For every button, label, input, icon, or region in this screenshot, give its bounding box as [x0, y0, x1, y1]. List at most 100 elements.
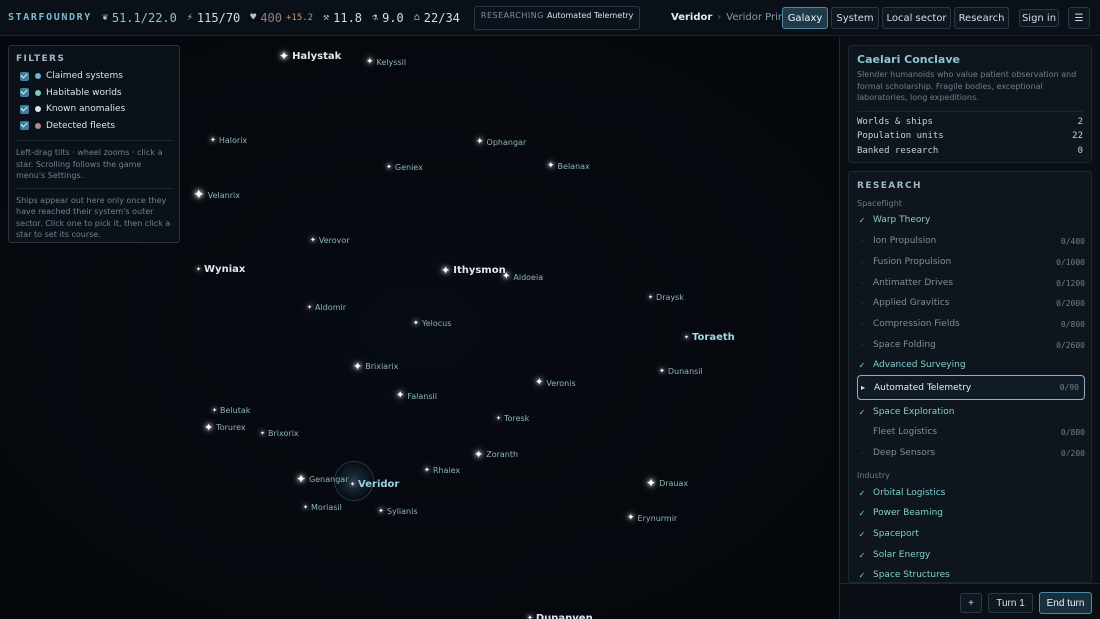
filter-row[interactable]: Claimed systems	[16, 68, 172, 85]
tech-advanced-surveying[interactable]: ✓ Advanced Surveying	[857, 356, 1085, 374]
star-belanax[interactable]: ✦ Belanax	[547, 162, 590, 172]
tech-space-structures[interactable]: ✓ Space Structures	[857, 566, 1085, 582]
bullet-icon: ·	[860, 427, 864, 437]
tech-warp-theory[interactable]: ✓ Warp Theory	[857, 211, 1085, 229]
stat-value: 22	[1072, 131, 1083, 142]
filter-row[interactable]: Known anomalies	[16, 101, 172, 118]
tech-ion-propulsion[interactable]: · Ion Propulsion 0/400	[857, 232, 1085, 250]
filters-divider	[16, 140, 172, 141]
tab-system[interactable]: System	[831, 7, 879, 29]
star-label: Brixiarix	[365, 362, 399, 371]
star-icon: ✦	[476, 137, 484, 147]
star-label: Belanax	[557, 162, 590, 171]
star-falansil[interactable]: ✦ Falansil	[396, 391, 437, 401]
stat-row: Worlds & ships 2	[857, 115, 1083, 130]
tab-local-sector[interactable]: Local sector	[882, 7, 951, 29]
breadcrumb: Veridor › Veridor Prime	[671, 12, 794, 23]
filter-checkbox[interactable]	[20, 88, 29, 98]
star-icon: ✦	[260, 429, 266, 437]
star-label: Sylianis	[386, 507, 418, 516]
tech-name: Fleet Logistics	[873, 427, 938, 437]
star-wyniax[interactable]: ✦ Wyniax	[196, 264, 245, 275]
star-veridor[interactable]: ✦ Veridor	[350, 479, 399, 490]
star-verovor[interactable]: ✦ Verovor	[310, 236, 350, 245]
tech-name: Warp Theory	[873, 215, 931, 225]
tech-orbital-logistics[interactable]: ✓ Orbital Logistics	[857, 484, 1085, 502]
civilization-card: Caelari Conclave Slender humanoids who v…	[848, 45, 1092, 163]
galaxy-map[interactable]: ✦ Halystak ✦ Kelyssil ✦ Halorix ✦ Ophangar ✦ Geni…	[0, 37, 838, 619]
star-brixorix[interactable]: ✦ Brixorix	[260, 429, 299, 438]
tech-power-beaming[interactable]: ✓ Power Beaming	[857, 504, 1085, 522]
tech-compression-fields[interactable]: · Compression Fields 0/800	[857, 315, 1085, 333]
star-dunanven[interactable]: ✦ Dunanven	[527, 613, 593, 619]
brand-logo: STARFOUNDRY	[8, 12, 92, 23]
end-turn-button[interactable]: End turn	[1039, 592, 1092, 614]
tech-name: Advanced Surveying	[873, 360, 966, 370]
stat-value: 2	[1077, 116, 1083, 127]
breadcrumb-system[interactable]: Veridor	[671, 12, 712, 23]
star-icon: ✦	[212, 406, 218, 414]
stat-label: Worlds & ships	[857, 116, 933, 127]
star-label: Veronis	[546, 378, 576, 388]
filter-checkbox[interactable]	[20, 71, 29, 81]
breadcrumb-separator: ›	[717, 12, 722, 23]
star-ophangar[interactable]: ✦ Ophangar	[476, 137, 526, 148]
filter-checkbox[interactable]	[20, 104, 29, 114]
filter-row[interactable]: Detected fleets	[16, 118, 172, 135]
resource-population: ⌂ 22/34	[414, 11, 460, 25]
tech-automated-telemetry[interactable]: ▸ Automated Telemetry 0/90	[857, 375, 1085, 400]
star-genangar[interactable]: ✦ Genangar	[296, 473, 349, 485]
tab-research[interactable]: Research	[954, 7, 1009, 29]
star-zoranth[interactable]: ✦ Zoranth	[474, 449, 518, 460]
star-aldomir[interactable]: ✦ Aldomir	[307, 303, 346, 312]
star-belutak[interactable]: ✦ Belutak	[212, 406, 250, 415]
star-sylianis[interactable]: ✦ Sylianis	[378, 507, 418, 516]
tech-deep-sensors[interactable]: · Deep Sensors 0/200	[857, 444, 1085, 462]
stat-row: Banked research 0	[857, 144, 1083, 159]
star-icon: ✦	[535, 377, 544, 388]
tech-fleet-logistics[interactable]: · Fleet Logistics 0/800	[857, 423, 1085, 441]
star-ithysmon[interactable]: ✦ Ithysmon	[441, 265, 506, 276]
star-kelyssil[interactable]: ✦ Kelyssil	[366, 58, 406, 68]
star-halorix[interactable]: ✦ Halorix	[210, 136, 247, 145]
researching-indicator[interactable]: RESEARCHING Automated Telemetry	[473, 5, 641, 30]
star-icon: ✦	[307, 303, 313, 311]
tech-fusion-propulsion[interactable]: · Fusion Propulsion 0/1000	[857, 253, 1085, 271]
star-yelocus[interactable]: ✦ Yelocus	[413, 319, 451, 328]
star-velanrix[interactable]: ✦ Velanrix	[193, 188, 240, 202]
star-drauax[interactable]: ✦ Drauax	[646, 477, 688, 489]
tech-applied-gravitics[interactable]: · Applied Gravitics 0/2000	[857, 294, 1085, 312]
star-icon: ✦	[386, 163, 392, 171]
star-torurex[interactable]: ✦ Torurex	[204, 422, 246, 433]
star-aldoeia[interactable]: ✦ Aldoeia	[502, 272, 543, 282]
tech-solar-energy[interactable]: ✓ Solar Energy	[857, 546, 1085, 564]
star-toresk[interactable]: ✦ Toresk	[496, 414, 529, 423]
tech-antimatter-drives[interactable]: · Antimatter Drives 0/1200	[857, 274, 1085, 292]
star-halystak[interactable]: ✦ Halystak	[279, 50, 341, 62]
filter-row[interactable]: Habitable worlds	[16, 85, 172, 102]
tech-space-exploration[interactable]: ✓ Space Exploration	[857, 403, 1085, 421]
tech-spaceport[interactable]: ✓ Spaceport	[857, 525, 1085, 543]
legend-dot-icon	[35, 89, 41, 96]
star-veronis[interactable]: ✦ Veronis	[535, 378, 576, 388]
stat-row: Population units 22	[857, 129, 1083, 144]
tab-galaxy[interactable]: Galaxy	[782, 7, 828, 29]
sign-in-button[interactable]: Sign in	[1019, 9, 1059, 27]
legend-dot-icon	[35, 122, 41, 129]
bullet-icon: ·	[860, 236, 864, 246]
star-toraeth[interactable]: ✦ Toraeth	[684, 332, 735, 343]
star-dunansil[interactable]: ✦ Dunansil	[659, 367, 703, 376]
tech-space-folding[interactable]: · Space Folding 0/2600	[857, 336, 1085, 354]
star-icon: ✦	[646, 476, 657, 490]
star-label: Dunansil	[667, 367, 703, 376]
filter-checkbox[interactable]	[20, 121, 29, 131]
add-button[interactable]: +	[960, 593, 982, 613]
star-geniex[interactable]: ✦ Geniex	[386, 163, 423, 172]
star-icon: ✦	[627, 513, 635, 523]
menu-icon[interactable]: ☰	[1068, 7, 1090, 29]
star-brixiarix[interactable]: ✦ Brixiarix	[353, 361, 398, 372]
star-rhaiex[interactable]: ✦ Rhaiex	[424, 466, 460, 475]
star-moriasil[interactable]: ✦ Moriasil	[303, 503, 342, 512]
star-draysk[interactable]: ✦ Draysk	[648, 293, 684, 302]
star-erynurmir[interactable]: ✦ Erynurmir	[627, 513, 677, 524]
